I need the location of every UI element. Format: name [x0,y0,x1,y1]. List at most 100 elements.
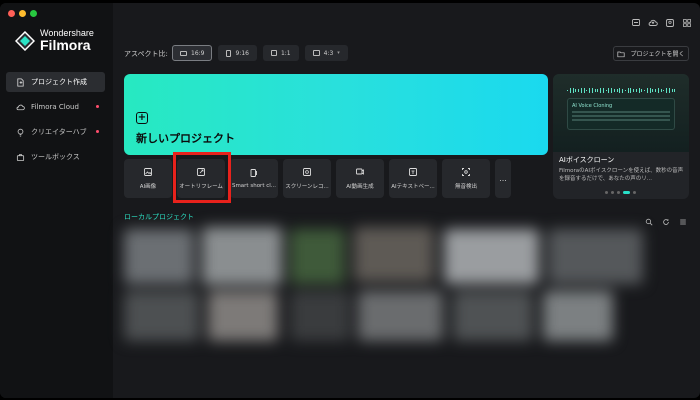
local-projects-grid-blurred [118,225,658,345]
project-thumbnail[interactable] [124,229,194,284]
carousel-dot[interactable] [633,191,636,194]
sidebar-item-label: クリエイターハブ [31,128,87,136]
four-three-icon [312,50,320,56]
waveform-bar [611,88,612,93]
local-projects-actions [645,211,687,226]
folder-icon [617,51,626,57]
waveform-bar [583,88,585,93]
more-tools-button[interactable]: ... [495,159,511,198]
carousel-dot[interactable] [617,191,620,194]
project-thumbnail[interactable] [290,291,350,341]
open-project-button[interactable]: プロジェクトを開く [613,46,689,61]
tool-label: 無音検出 [454,184,477,190]
local-projects-heading: ローカルプロジェクト [124,213,194,221]
account-icon[interactable] [665,13,675,27]
waveform-bar [660,88,662,93]
search-icon[interactable] [645,211,653,226]
aspect-1-1-button[interactable]: 1:1 [262,45,299,61]
waveform-bar [630,88,631,93]
aspect-4-3-button[interactable]: 4:3 ▾ [304,45,348,61]
project-thumbnail[interactable] [358,291,443,341]
tool-ai-image[interactable]: AI画像 [124,159,172,198]
grid-menu-icon[interactable] [682,13,692,27]
new-project-button[interactable]: + 新しいプロジェクト [124,74,548,155]
feedback-icon[interactable] [631,13,641,26]
waveform-bar [597,89,598,92]
minimize-window-button[interactable] [19,10,26,17]
promo-title: AIボイスクローン [559,156,615,164]
waveform-bar [567,90,568,91]
list-view-icon[interactable] [679,211,687,225]
portrait-icon [226,49,232,57]
waveform-bar [671,89,673,92]
square-icon [270,50,277,56]
silence-detect-icon [462,168,470,176]
waveform-bar [616,89,618,92]
waveform-bar [635,89,637,92]
sidebar-nav: プロジェクト作成 Filmora Cloud クリエイターハブ ツールボックス [6,72,105,172]
sidebar-item-filmora-cloud[interactable]: Filmora Cloud [6,97,105,117]
sidebar-item-create-project[interactable]: プロジェクト作成 [6,72,105,92]
carousel-dot-active[interactable] [623,191,630,194]
project-thumbnail[interactable] [202,227,282,285]
waveform-bar [622,88,623,93]
cloud-upload-icon[interactable] [648,13,658,26]
waveform-bar [657,88,659,93]
sidebar-item-label: プロジェクト作成 [31,78,87,86]
waveform-bar [575,89,576,92]
carousel-dot[interactable] [611,191,614,194]
carousel-dot[interactable] [605,191,608,194]
project-thumbnail[interactable] [208,291,278,341]
waveform-bar [633,89,634,92]
sidebar-item-creator-hub[interactable]: クリエイターハブ [6,122,105,142]
plus-icon: + [136,112,148,124]
promo-description: FilmoraのAIボイスクローンを使えば、数秒の音声を録音するだけで、あなたの… [559,168,684,182]
tool-ai-text-based[interactable]: AIテキストベー... [389,159,437,198]
tool-silence-detect[interactable]: 無音検出 [442,159,490,198]
more-icon: ... [499,174,507,183]
close-window-button[interactable] [8,10,15,17]
aspect-9-16-button[interactable]: 9:16 [218,45,257,61]
project-thumbnail[interactable] [453,291,533,341]
waveform-bar [600,88,601,93]
ai-video-icon [356,168,364,175]
tool-ai-video[interactable]: AI動画生成 [336,159,384,198]
aspect-ratio-selector: 16:9 9:16 1:1 4:3 ▾ [172,45,348,61]
promo-image: AI Voice Cloning [553,74,689,152]
tool-label: AI画像 [139,184,157,190]
refresh-icon[interactable] [662,211,670,225]
filmora-logo-icon [15,30,35,51]
waveform-bar [655,89,656,92]
project-thumbnail[interactable] [124,291,199,341]
smart-short-clips-icon [250,169,257,177]
maximize-window-button[interactable] [30,10,37,17]
cloud-icon [16,104,25,110]
title-bar-actions [631,13,692,27]
app-window: Wondershare Filmora プロジェクト作成 Filmora Clo… [0,3,700,398]
waveform-bar [605,89,607,92]
tool-label: スクリーンレコ... [285,184,329,190]
waveform-bar [668,88,670,93]
aspect-16-9-button[interactable]: 16:9 [172,45,213,61]
waveform-bar [572,88,574,93]
project-thumbnail[interactable] [444,229,539,284]
waveform-bar [569,88,571,93]
sidebar-item-toolbox[interactable]: ツールボックス [6,147,105,167]
waveform-bar [663,89,664,92]
window-controls [8,10,37,17]
aspect-label: 9:16 [235,49,249,57]
promo-card-text-lines [572,111,670,113]
promo-carousel[interactable]: AI Voice Cloning AIボイスクローン FilmoraのAIボイス… [553,74,689,199]
landscape-icon [180,50,187,56]
project-thumbnail[interactable] [543,291,613,341]
tool-smart-short-clips[interactable]: Smart short cl... [230,159,278,198]
waveform-bar [608,88,609,93]
sidebar: Wondershare Filmora プロジェクト作成 Filmora Clo… [0,3,113,398]
project-thumbnail[interactable] [548,229,643,284]
product-name: Filmora [40,37,91,53]
tool-screen-recorder[interactable]: スクリーンレコ... [283,159,331,198]
project-thumbnail[interactable] [290,229,345,284]
waveform-bar [644,89,645,92]
project-thumbnail[interactable] [354,227,434,282]
notification-dot [96,130,99,133]
